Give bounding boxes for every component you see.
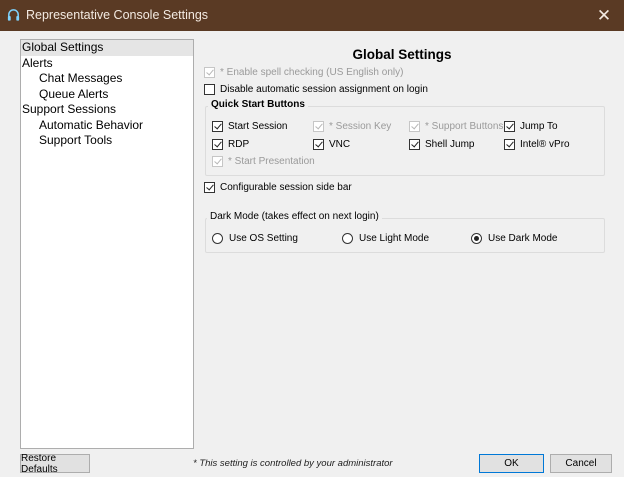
sidebar-item-chat-messages[interactable]: Chat Messages: [21, 71, 193, 87]
qs-jump-to-label: Jump To: [520, 121, 558, 132]
dark-mode-os-radio[interactable]: [212, 233, 223, 244]
side-bar-option[interactable]: Configurable session side bar: [204, 182, 352, 193]
qs-start-session-label: Start Session: [228, 121, 288, 132]
qs-intel-vpro-label: Intel® vPro: [520, 139, 570, 150]
qs-session-key-label: * Session Key: [329, 121, 392, 132]
sidebar-item-support-tools[interactable]: Support Tools: [21, 133, 193, 149]
dark-mode-os-label: Use OS Setting: [229, 233, 298, 244]
qs-start-presentation[interactable]: * Start Presentation: [212, 156, 315, 167]
qs-intel-vpro[interactable]: Intel® vPro: [504, 139, 570, 150]
window-title: Representative Console Settings: [26, 8, 209, 22]
side-bar-label: Configurable session side bar: [220, 182, 352, 193]
qs-start-presentation-label: * Start Presentation: [228, 156, 315, 167]
side-bar-checkbox[interactable]: [204, 182, 215, 193]
qs-vnc-label: VNC: [329, 139, 351, 150]
close-icon[interactable]: ✕: [584, 0, 624, 31]
spell-check-label: * Enable spell checking (US English only…: [220, 67, 404, 78]
page-title: Global Settings: [352, 47, 452, 62]
qs-start-session[interactable]: Start Session: [212, 121, 287, 132]
qs-vnc-checkbox[interactable]: [313, 139, 324, 150]
sidebar-item-alerts[interactable]: Alerts: [21, 56, 193, 72]
sidebar-item-global-settings[interactable]: Global Settings: [21, 40, 193, 56]
disable-auto-assign-option[interactable]: Disable automatic session assignment on …: [204, 84, 428, 95]
qs-shell-jump-checkbox[interactable]: [409, 139, 420, 150]
qs-intel-vpro-checkbox[interactable]: [504, 139, 515, 150]
sidebar-item-support-sessions[interactable]: Support Sessions: [21, 102, 193, 118]
qs-session-key-checkbox[interactable]: [313, 121, 324, 132]
restore-defaults-button[interactable]: Restore Defaults: [20, 453, 90, 475]
disable-auto-assign-checkbox[interactable]: [204, 84, 215, 95]
title-bar: Representative Console Settings ✕: [0, 0, 624, 31]
dark-mode-os[interactable]: Use OS Setting: [212, 233, 298, 244]
dark-mode-dark-radio[interactable]: [471, 233, 482, 244]
dark-mode-light-label: Use Light Mode: [359, 233, 430, 244]
cancel-button[interactable]: Cancel: [550, 454, 612, 473]
sidebar-item-queue-alerts[interactable]: Queue Alerts: [21, 87, 193, 103]
dark-mode-dark[interactable]: Use Dark Mode: [471, 233, 557, 244]
qs-start-session-checkbox[interactable]: [212, 121, 223, 132]
qs-jump-to-checkbox[interactable]: [504, 121, 515, 132]
qs-rdp-label: RDP: [228, 139, 250, 150]
dark-mode-light-radio[interactable]: [342, 233, 353, 244]
qs-shell-jump-label: Shell Jump: [425, 139, 475, 150]
dark-mode-dark-label: Use Dark Mode: [488, 233, 558, 244]
disable-auto-assign-label: Disable automatic session assignment on …: [220, 84, 428, 95]
dark-mode-title: Dark Mode (takes effect on next login): [207, 211, 382, 222]
settings-nav: Global Settings Alerts Chat Messages Que…: [20, 39, 194, 449]
qs-start-presentation-checkbox[interactable]: [212, 156, 223, 167]
headset-icon: [7, 9, 20, 21]
qs-jump-to[interactable]: Jump To: [504, 121, 558, 132]
qs-rdp[interactable]: RDP: [212, 139, 249, 150]
qs-rdp-checkbox[interactable]: [212, 139, 223, 150]
qs-shell-jump[interactable]: Shell Jump: [409, 139, 474, 150]
spell-check-option[interactable]: * Enable spell checking (US English only…: [204, 67, 403, 78]
quick-start-title: Quick Start Buttons: [208, 99, 308, 110]
qs-support-buttons[interactable]: * Support Buttons: [409, 121, 503, 132]
qs-session-key[interactable]: * Session Key: [313, 121, 391, 132]
qs-vnc[interactable]: VNC: [313, 139, 350, 150]
admin-note: * This setting is controlled by your adm…: [193, 458, 393, 469]
qs-support-buttons-label: * Support Buttons: [425, 121, 504, 132]
spell-check-checkbox[interactable]: [204, 67, 215, 78]
sidebar-item-automatic-behavior[interactable]: Automatic Behavior: [21, 118, 193, 134]
dark-mode-light[interactable]: Use Light Mode: [342, 233, 429, 244]
qs-support-buttons-checkbox[interactable]: [409, 121, 420, 132]
ok-button[interactable]: OK: [479, 454, 544, 473]
